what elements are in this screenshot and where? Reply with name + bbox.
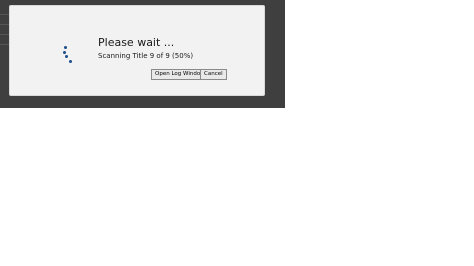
please-wait-dialog: Please wait ... Scanning Title 9 of 9 (5…: [9, 5, 265, 96]
spinner-dot: [64, 46, 67, 49]
loading-spinner-icon: [60, 46, 76, 70]
spinner-dot: [65, 55, 68, 58]
scan-status-text: Scanning Title 9 of 9 (50%): [98, 52, 194, 60]
dialog-title: Please wait ...: [98, 36, 175, 49]
spinner-dot: [63, 51, 66, 54]
spinner-dot: [69, 60, 72, 63]
cancel-button[interactable]: Cancel: [200, 69, 227, 80]
